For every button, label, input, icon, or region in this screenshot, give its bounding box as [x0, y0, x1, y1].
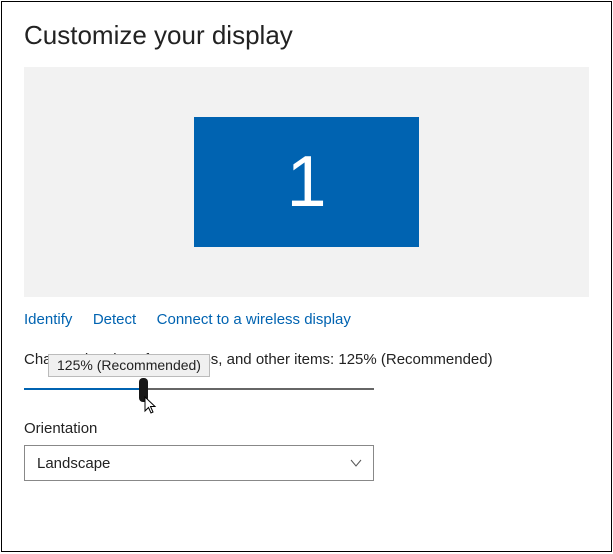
- connect-wireless-link[interactable]: Connect to a wireless display: [157, 311, 351, 328]
- detect-link[interactable]: Detect: [93, 311, 136, 328]
- orientation-label: Orientation: [24, 420, 589, 437]
- identify-link[interactable]: Identify: [24, 311, 72, 328]
- slider-thumb[interactable]: [139, 378, 148, 402]
- monitor-number-label: 1: [286, 141, 326, 223]
- monitor-1[interactable]: 1: [194, 117, 419, 247]
- slider-track-fill: [24, 388, 144, 390]
- slider-tooltip: 125% (Recommended): [48, 354, 210, 377]
- monitor-preview-area: 1: [24, 67, 589, 297]
- chevron-down-icon: [349, 456, 363, 470]
- page-title: Customize your display: [24, 20, 589, 51]
- orientation-selected-value: Landscape: [37, 455, 110, 472]
- display-settings-panel: Customize your display 1 Identify Detect…: [1, 1, 612, 552]
- scale-slider[interactable]: [24, 382, 374, 410]
- display-action-links: Identify Detect Connect to a wireless di…: [24, 311, 589, 329]
- orientation-dropdown[interactable]: Landscape: [24, 445, 374, 481]
